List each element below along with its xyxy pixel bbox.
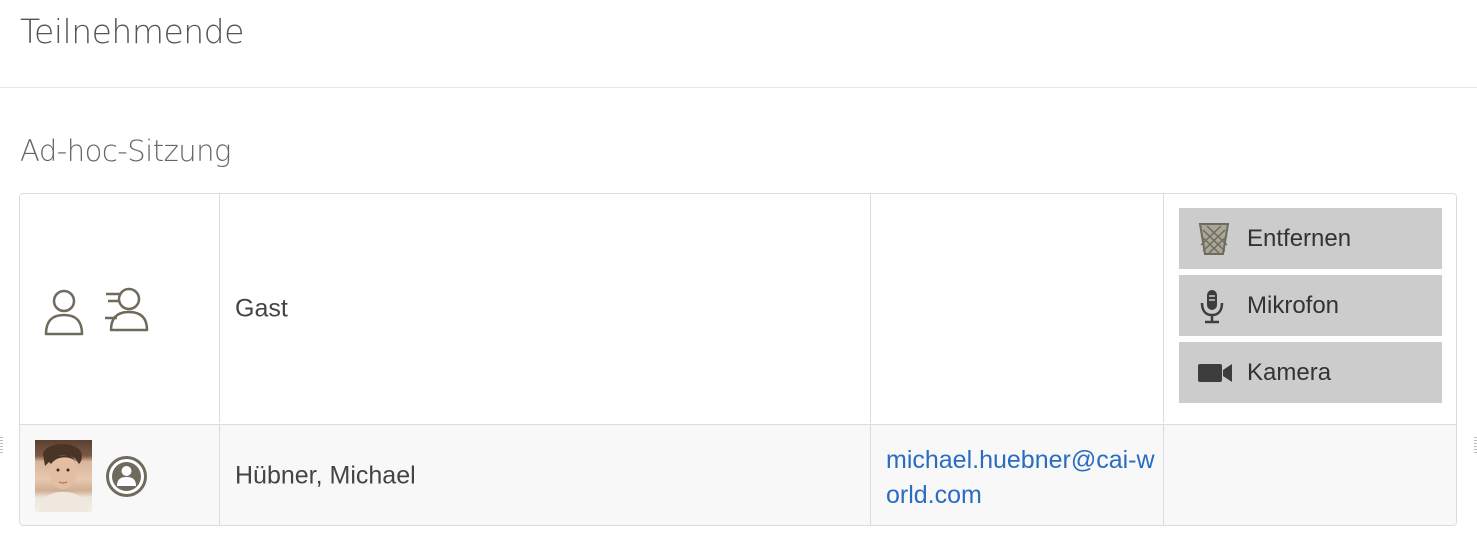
camera-button-label: Kamera (1247, 358, 1332, 386)
participant-name: Hübner, Michael (235, 461, 416, 489)
remove-button[interactable]: Entfernen (1179, 208, 1442, 269)
user-circle-icon (106, 456, 147, 497)
header-divider (0, 87, 1477, 88)
participants-table: Gast Entfernen Mikrofon Kamera Hübner, M… (19, 193, 1457, 526)
email-link[interactable]: michael.huebner@cai-world.com (886, 443, 1156, 513)
resize-handle-left[interactable] (0, 437, 3, 455)
participant-name: Gast (235, 294, 288, 322)
microphone-icon (1200, 289, 1224, 323)
participant-icons-cell (20, 194, 220, 423)
section-title: Ad-hoc-Sitzung (20, 134, 231, 168)
participant-email-cell: michael.huebner@cai-world.com (871, 425, 1164, 525)
table-row: Gast Entfernen Mikrofon Kamera (20, 194, 1456, 423)
participant-actions-cell: Entfernen Mikrofon Kamera (1164, 194, 1456, 423)
microphone-button[interactable]: Mikrofon (1179, 275, 1442, 336)
avatar-portrait (39, 443, 89, 512)
participant-actions-cell (1164, 425, 1456, 525)
participant-name-cell: Gast (220, 194, 871, 423)
participant-name-cell: Hübner, Michael (220, 425, 871, 525)
microphone-button-label: Mikrofon (1247, 291, 1340, 319)
avatar (35, 440, 92, 512)
participant-email-cell (871, 194, 1164, 423)
trash-icon (1198, 222, 1230, 255)
user-outline-icon (44, 289, 84, 336)
remove-button-label: Entfernen (1247, 224, 1352, 252)
camera-button[interactable]: Kamera (1179, 342, 1442, 403)
camera-icon (1198, 363, 1232, 382)
page-title: Teilnehmende (20, 12, 244, 51)
fast-user-icon (105, 287, 149, 332)
participant-icons-cell (20, 425, 220, 525)
table-row: Hübner, Michael michael.huebner@cai-worl… (20, 424, 1456, 525)
